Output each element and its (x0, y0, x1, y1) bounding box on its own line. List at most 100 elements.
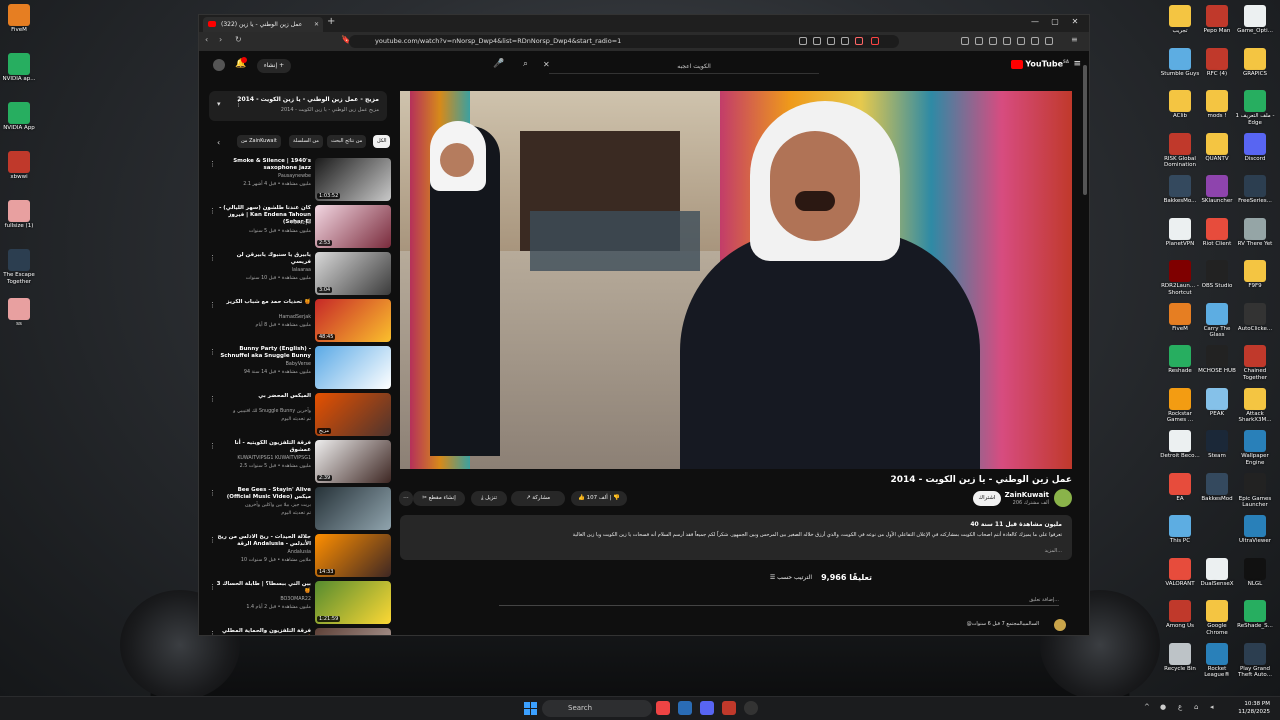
desktop-icon[interactable]: UltraViewer (1234, 515, 1276, 545)
youtube-logo[interactable]: YouTubeSA (1011, 59, 1069, 69)
maximize-icon[interactable]: ▢ (1045, 17, 1065, 26)
desktop-icon[interactable]: ss (0, 298, 40, 328)
video-title-small[interactable]: يابيرق يا سنبوك يابيرقن لن فريسي (215, 252, 311, 266)
video-player[interactable] (400, 91, 1072, 469)
desktop-icon[interactable]: Among Us (1159, 600, 1201, 630)
filter-chip[interactable]: الكل (373, 135, 391, 148)
more-actions-icon[interactable]: ⋯ (399, 491, 413, 506)
download-button[interactable]: ⤓ تنزيل (471, 491, 507, 506)
desktop-icon[interactable]: Rockstar Games ... (1159, 387, 1201, 424)
desktop-icon[interactable]: EA (1159, 472, 1201, 503)
back-icon[interactable]: ‹ (205, 35, 208, 44)
tray-chevron-icon[interactable]: ^ (1144, 703, 1150, 711)
video-title-small[interactable]: تحديات حمد مع شباب الكريز 🍯 (215, 299, 311, 306)
like-dislike-button[interactable]: 👍 107 ألف | 👎 (571, 491, 627, 506)
chevron-down-icon[interactable]: ▾ (217, 100, 221, 108)
desktop-icon[interactable]: Game_Opti... (1234, 5, 1276, 35)
desktop-icon[interactable]: PlanetVPN (1159, 217, 1201, 248)
more-options-icon[interactable]: ⋮ (209, 630, 216, 635)
video-thumbnail[interactable]: 14:33 (315, 534, 391, 577)
more-options-icon[interactable]: ⋮ (209, 254, 216, 262)
filter-chip[interactable]: من نتائج البحث (327, 135, 367, 148)
desktop-icon[interactable]: mods ! (1196, 90, 1238, 120)
keyboard-language-icon[interactable]: ع (1178, 703, 1182, 711)
desktop-icon[interactable]: Attack SharkX3M... (1234, 387, 1276, 424)
video-thumbnail[interactable] (315, 487, 391, 530)
list-item[interactable]: Bee Gees - Stayin' Alive (Official Music… (207, 487, 391, 531)
close-window-icon[interactable]: ✕ (1065, 17, 1085, 26)
desktop-icon[interactable]: Pepo Man (1196, 5, 1238, 35)
desktop-icon[interactable]: RV There Yet (1234, 217, 1276, 248)
list-item[interactable]: 14:33 جلالة الحيدات - ريح الادلس من ريح ا… (207, 534, 391, 578)
search-icon[interactable]: ⌕ (523, 59, 528, 69)
sort-button[interactable]: ☰ الترتيب حسب (770, 574, 812, 581)
desktop-icon[interactable]: NVIDIA App (0, 102, 40, 132)
more-options-icon[interactable]: ⋮ (209, 442, 216, 450)
search-input[interactable]: الكويت اعجبه (549, 60, 819, 74)
zoom-icon[interactable] (827, 37, 835, 45)
desktop-icon[interactable]: PEAK (1196, 387, 1238, 418)
desktop-icon[interactable]: Rocket League® (1196, 642, 1238, 679)
video-title-small[interactable]: الميكس المحضر بي (215, 393, 311, 400)
video-title-small[interactable]: فرقة التلفزيون والحماية المطلي 🍯 (215, 628, 311, 635)
shield-icon[interactable] (855, 37, 863, 45)
desktop-icon[interactable]: ReShade_S... (1234, 600, 1276, 630)
mic-icon[interactable]: 🎤 (493, 59, 504, 69)
subscribe-button[interactable]: اشتراك (973, 491, 1001, 506)
tray-app-icon[interactable]: ● (1160, 703, 1166, 711)
video-title-small[interactable]: فرقة التلفزيون الكويتيه - أنا عمشوق (215, 440, 311, 454)
clock[interactable]: 10:38 PM 11/28/2025 (1238, 700, 1270, 716)
discord-taskbar-icon[interactable] (700, 701, 714, 715)
volume-icon[interactable]: ◂ (1210, 703, 1214, 711)
desktop-icon[interactable]: FreeSeries... (1234, 175, 1276, 205)
description-box[interactable]: 40 مليون مشاهدة قبل 11 سنة تعرفوا على ما… (400, 515, 1072, 560)
favorites-icon[interactable] (1017, 37, 1025, 45)
video-thumbnail[interactable]: 1:03:52 (315, 158, 391, 201)
desktop-icon[interactable]: Play Grand Theft Auto... (1234, 642, 1276, 679)
create-button[interactable]: إنشاء + (257, 59, 291, 73)
more-options-icon[interactable]: ⋮ (209, 207, 216, 215)
video-title-small[interactable]: Smoke & Silence | 1940's saxophone jazz (215, 158, 311, 172)
desktop-icon[interactable]: xbwwi (0, 151, 40, 181)
desktop-icon[interactable]: This PC (1159, 515, 1201, 545)
minimize-icon[interactable]: — (1025, 17, 1045, 26)
desktop-icon[interactable]: Stumble Guys (1159, 47, 1201, 78)
desktop-icon[interactable]: F9F9 (1234, 260, 1276, 290)
list-item[interactable]: فرقة التلفزيون والحماية المطلي 🍯⋮ (207, 628, 391, 635)
desktop-icon[interactable]: GRAPICS (1234, 47, 1276, 78)
desktop-icon[interactable]: Carry The Glass (1196, 302, 1238, 339)
video-title-small[interactable]: جلالة الحيدات - ريح الادلس من ريح الرقة … (215, 534, 311, 548)
video-title-small[interactable]: Bee Gees - Stayin' Alive (Official Music… (215, 487, 311, 501)
brave-taskbar-icon[interactable] (656, 701, 670, 715)
list-item[interactable]: 2:53 كان عندنا طلشون (سهر الليالي) - فيرو… (207, 205, 391, 249)
video-thumbnail[interactable]: 2:39 (315, 440, 391, 483)
extension-icon[interactable] (961, 37, 969, 45)
share-button[interactable]: ↗ مشاركة (511, 491, 565, 506)
list-item[interactable]: مزيج الميكس المحضر بي لك اقتيبيي و Snuggle… (207, 393, 391, 437)
video-thumbnail[interactable]: 48:45 (315, 299, 391, 342)
split-icon[interactable] (1003, 37, 1011, 45)
browser-menu-icon[interactable]: ≡ (1071, 35, 1078, 44)
screen-icon[interactable] (799, 37, 807, 45)
rewards-icon[interactable] (871, 37, 879, 45)
desktop-icon[interactable]: QUANTV (1196, 132, 1238, 163)
desktop-icon[interactable]: Riot Client (1196, 217, 1238, 248)
app-taskbar-icon[interactable] (722, 701, 736, 715)
description-more[interactable]: المزيد... (1045, 548, 1062, 554)
desktop-icon[interactable]: BakkesMod (1196, 472, 1238, 503)
screenshot-icon[interactable] (975, 37, 983, 45)
list-item[interactable]: 48:45 تحديات حمد مع شباب الكريز 🍯 HamadSer… (207, 299, 391, 343)
list-item[interactable]: 3:04 يابيرق يا سنبوك يابيرقن لن فريسي lala… (207, 252, 391, 296)
desktop-icon[interactable]: ملف التعريف 1 - Edge (1234, 90, 1276, 126)
more-options-icon[interactable]: ⋮ (209, 583, 216, 591)
windows-start-icon[interactable] (524, 702, 537, 715)
desktop-icon[interactable]: Epic Games Launcher (1234, 472, 1276, 509)
video-thumbnail[interactable]: 1:21:59 (315, 581, 391, 624)
video-title-small[interactable]: بين الني ببسطا؟ | طابلة الحساك 3 🍯 (215, 581, 311, 595)
list-item[interactable]: 1:21:59 بين الني ببسطا؟ | طابلة الحساك 3 … (207, 581, 391, 625)
wifi-icon[interactable]: ⌂ (1194, 703, 1198, 711)
list-item[interactable]: Bunny Party (English) - Schnuffel aka Sn… (207, 346, 391, 390)
desktop-icon[interactable]: Steam (1196, 430, 1238, 460)
desktop-icon[interactable]: Chained Together (1234, 345, 1276, 381)
more-options-icon[interactable]: ⋮ (209, 160, 216, 168)
